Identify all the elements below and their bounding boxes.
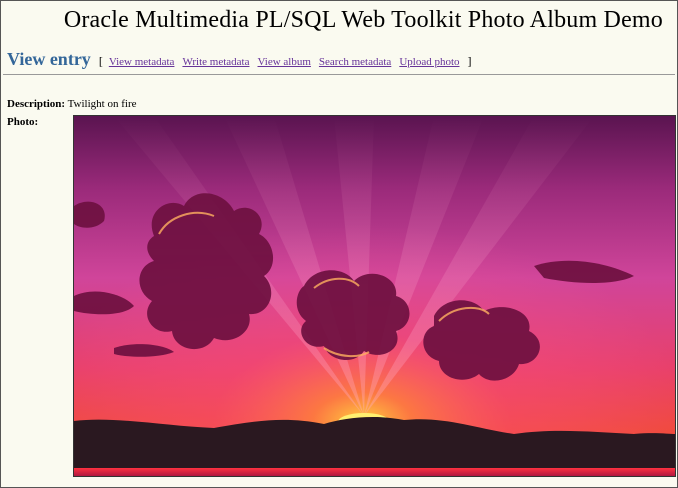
write-metadata-link[interactable]: Write metadata xyxy=(182,56,249,68)
close-bracket: ] xyxy=(467,54,472,68)
open-bracket: [ xyxy=(98,54,103,68)
upload-photo-link[interactable]: Upload photo xyxy=(399,56,459,68)
sunset-photo-icon xyxy=(74,116,675,476)
search-metadata-link[interactable]: Search metadata xyxy=(319,56,391,68)
description-label: Description: xyxy=(7,98,66,110)
photo-image xyxy=(73,115,676,477)
view-album-link[interactable]: View album xyxy=(258,56,311,68)
nav-bar: View entry [ View metadata Write metadat… xyxy=(7,49,472,70)
page-heading: View entry xyxy=(7,49,91,69)
view-metadata-link[interactable]: View metadata xyxy=(109,56,175,68)
app-title: Oracle Multimedia PL/SQL Web Toolkit Pho… xyxy=(63,7,663,33)
divider xyxy=(3,74,675,75)
description-value: Twilight on fire xyxy=(67,98,137,110)
description-row: Description: Twilight on fire xyxy=(7,98,137,110)
photo-label: Photo: xyxy=(7,116,39,128)
